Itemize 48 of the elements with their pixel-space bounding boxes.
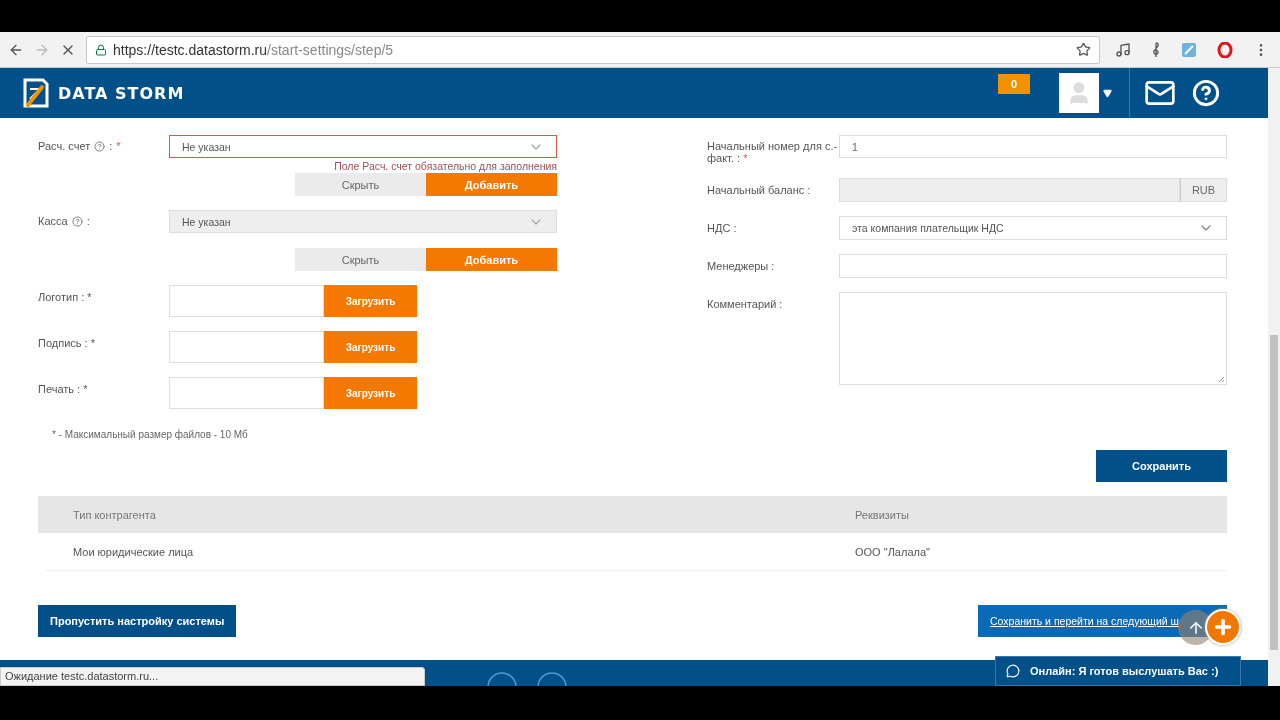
file-size-note: * - Максимальный размер файлов - 10 Мб <box>51 429 249 440</box>
table-cell-text: Мои юридические лица <box>72 545 195 558</box>
next-step-button[interactable]: Сохранить и перейти на следующий ш <box>978 605 1227 637</box>
resize-grip-icon[interactable] <box>1218 376 1225 383</box>
caret-icon[interactable] <box>1103 88 1112 98</box>
social-icon[interactable] <box>486 671 518 686</box>
field-label: Начальный номер для с.-факт. : * <box>707 139 839 164</box>
label-colon: : <box>86 215 90 227</box>
lock-icon <box>95 43 107 56</box>
field-label: Менеджеры : <box>707 259 776 272</box>
save-button[interactable]: Сохранить <box>1096 450 1227 482</box>
required-mark: * <box>116 140 121 152</box>
label-colon: : <box>109 140 113 152</box>
column-header: Реквизиты <box>854 508 910 521</box>
file-field[interactable] <box>169 331 324 363</box>
input-field[interactable]: 1 <box>839 135 1227 158</box>
url-text: https://testc.datastorm.ru/start-settings/step/5 <box>113 41 394 58</box>
star-icon[interactable] <box>1076 42 1091 57</box>
status-bar: Ожидание testc.datastorm.ru... <box>0 667 425 686</box>
field-label: Печать : * <box>38 382 89 395</box>
field-label: Комментарий : <box>707 297 784 310</box>
select-field[interactable]: эта компания плательщик НДС <box>839 216 1227 240</box>
logo-icon <box>22 77 50 109</box>
select-field[interactable]: Не указан <box>169 135 557 158</box>
file-field[interactable] <box>169 285 324 317</box>
plus-icon <box>1212 616 1234 638</box>
file-field[interactable] <box>169 377 324 409</box>
social-icon[interactable] <box>536 671 568 686</box>
error-message: Поле Расч. счет обязательно для заполнения <box>334 160 557 172</box>
column-header: Тип контрагента <box>72 508 157 521</box>
field-label: Касса <box>38 215 68 227</box>
chat-text: Онлайн: Я готов выслушать Вас :) <box>1030 665 1219 677</box>
hide-button[interactable]: Скрыть <box>295 173 426 196</box>
field-label: Логотип : * <box>38 290 93 303</box>
address-bar[interactable]: https://testc.datastorm.ru/start-settings/step/5 <box>86 35 1100 64</box>
field-label: НДС : <box>707 221 738 234</box>
input-field[interactable] <box>839 254 1227 278</box>
chat-bubble-icon <box>1006 664 1020 678</box>
field-label: Начальный баланс : <box>707 183 812 196</box>
scrollbar-thumb[interactable] <box>1270 335 1278 650</box>
chat-widget[interactable]: Онлайн: Я готов выслушать Вас :) <box>995 656 1241 686</box>
comment-field[interactable] <box>839 292 1227 385</box>
field-label: Подпись : * <box>38 336 96 349</box>
table-cell-text: ООО "Лалала" <box>854 545 931 558</box>
field-label: Расч. счет <box>38 140 91 152</box>
logo-text: DATA STORM <box>58 83 185 103</box>
skip-button[interactable]: Пропустить настройку системы <box>38 605 237 637</box>
currency-addon: RUB <box>1180 178 1227 202</box>
